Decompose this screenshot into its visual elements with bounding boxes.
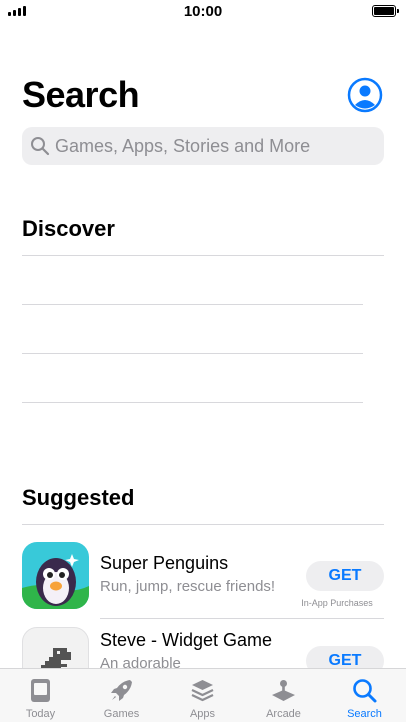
- divider: [22, 402, 363, 403]
- tab-label: Today: [25, 708, 56, 720]
- app-list-item[interactable]: Super Penguins Run, jump, rescue friends…: [22, 542, 384, 612]
- tab-games[interactable]: Games: [81, 669, 162, 722]
- app-name: Steve - Widget Game: [100, 630, 273, 650]
- account-icon: [347, 77, 383, 113]
- app-name: Super Penguins: [100, 553, 229, 573]
- discover-item[interactable]: [22, 256, 363, 304]
- page-title: Search: [22, 74, 140, 115]
- layers-icon: [191, 680, 214, 702]
- divider: [100, 618, 384, 619]
- tab-apps[interactable]: Apps: [162, 669, 243, 722]
- battery-icon: [372, 5, 399, 17]
- joystick-icon: [272, 680, 295, 701]
- tab-arcade[interactable]: Arcade: [243, 669, 324, 722]
- app-subtitle: Run, jump, rescue friends!: [100, 578, 276, 595]
- tab-bar: Today Games Apps Arcade Search: [0, 668, 406, 722]
- penguin-app-icon: [22, 542, 89, 609]
- suggested-heading: Suggested: [22, 485, 135, 510]
- tab-search[interactable]: Search: [324, 669, 405, 722]
- divider: [22, 524, 384, 525]
- status-time: 10:00: [183, 3, 223, 20]
- tab-label: Games: [103, 708, 140, 720]
- discover-heading: Discover: [22, 216, 115, 241]
- account-button[interactable]: [347, 77, 383, 113]
- in-app-purchases-note: In-App Purchases: [301, 598, 373, 608]
- status-bar: 10:00: [0, 0, 406, 24]
- get-button[interactable]: GET: [306, 561, 384, 591]
- tab-label: Search: [347, 708, 382, 720]
- rocket-icon: [111, 680, 132, 701]
- tab-label: Arcade: [266, 708, 301, 720]
- magnifier-icon: [31, 137, 50, 156]
- tab-label: Apps: [189, 708, 216, 720]
- discover-item[interactable]: [22, 305, 363, 353]
- search-field[interactable]: [22, 127, 384, 165]
- today-icon: [31, 679, 50, 702]
- tab-today[interactable]: Today: [0, 669, 81, 722]
- search-input[interactable]: [55, 135, 375, 157]
- search-icon: [353, 679, 377, 703]
- discover-item[interactable]: [22, 354, 363, 402]
